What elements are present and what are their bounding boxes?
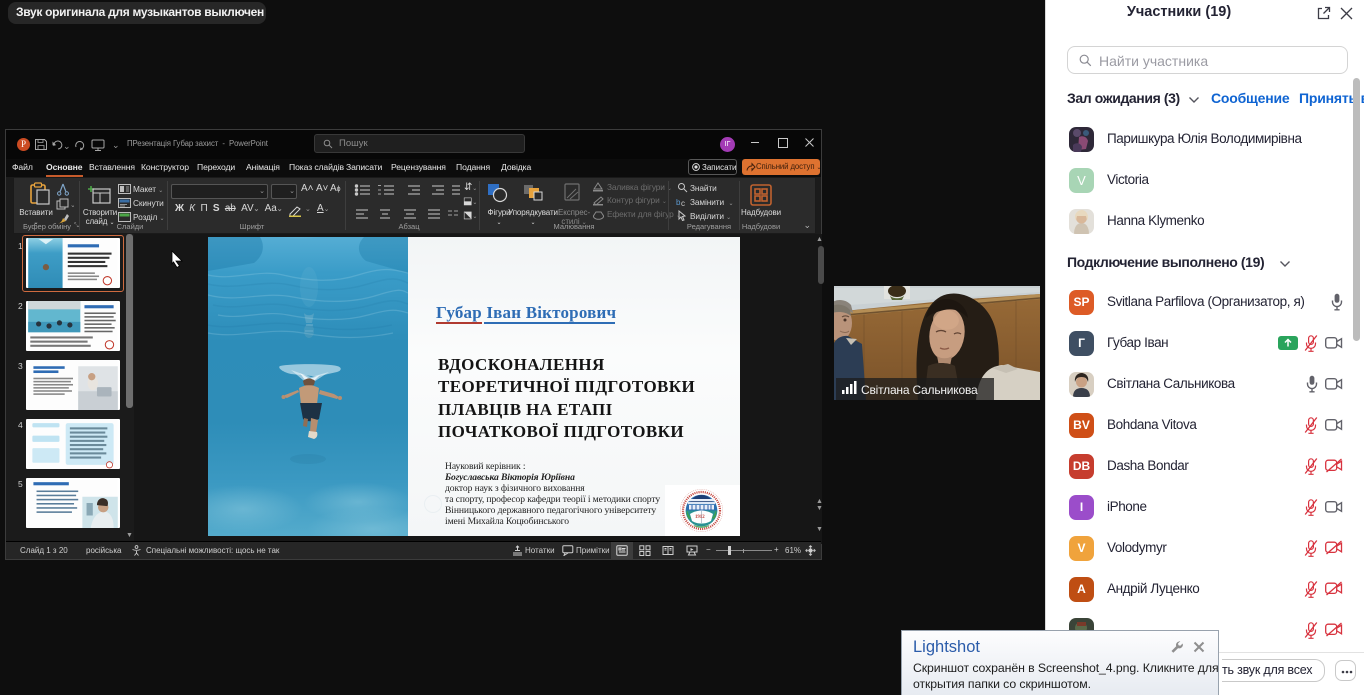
svg-text:⌄: ⌄ (63, 141, 71, 151)
svg-text:Світлана Сальникова: Світлана Сальникова (861, 383, 978, 397)
svg-text:c: c (681, 199, 685, 207)
svg-text:⌄: ⌄ (112, 140, 120, 150)
svg-text:1912: 1912 (695, 515, 705, 520)
